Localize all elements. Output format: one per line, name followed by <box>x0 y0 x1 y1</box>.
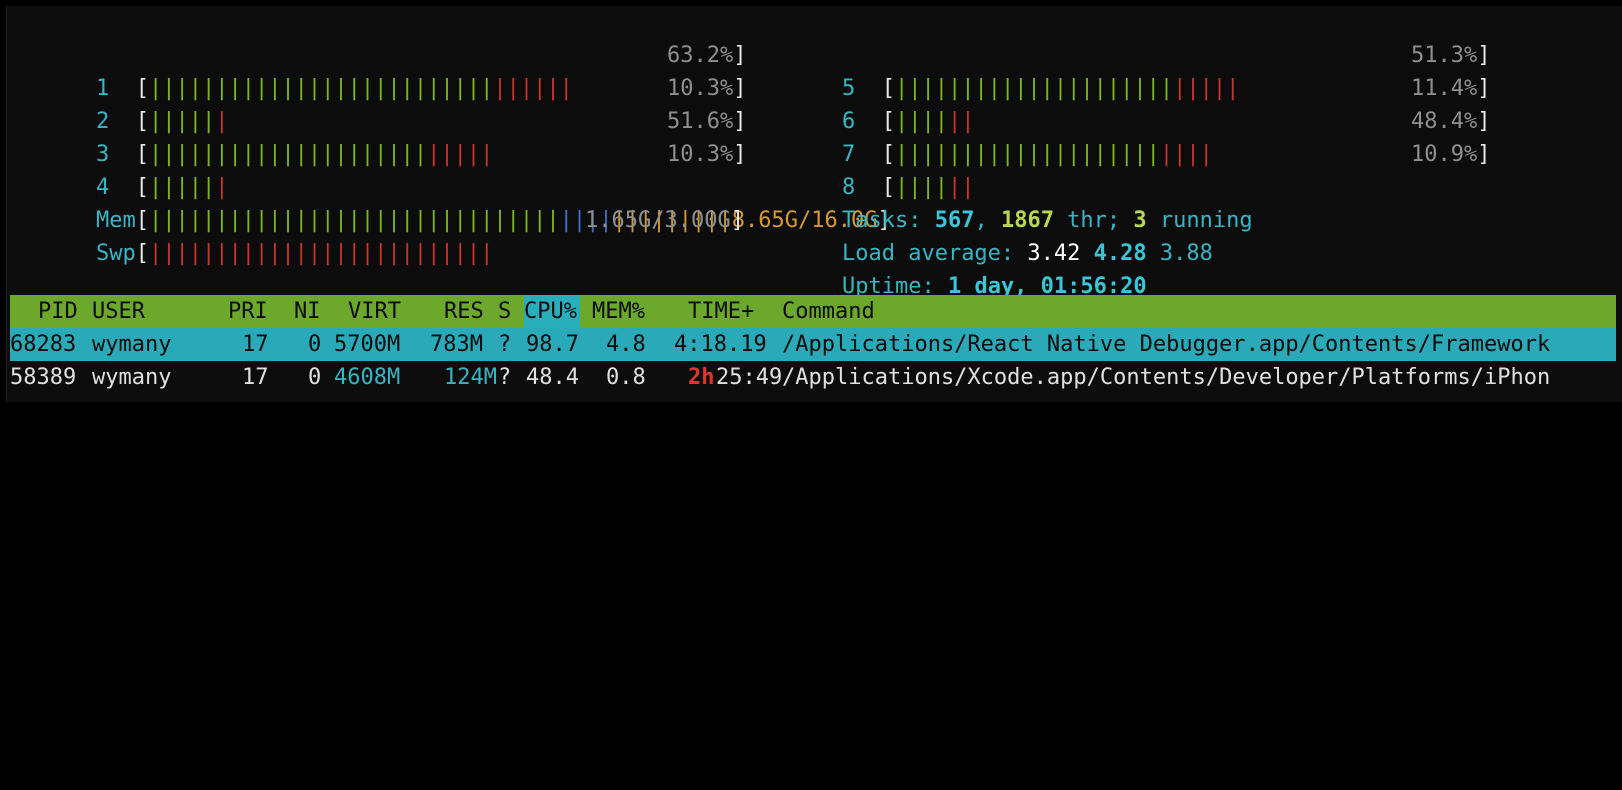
swap-value: 1.65G/3.00G] <box>585 204 744 237</box>
process-row-selected[interactable]: 68283 wymany 17 0 5700M 783M ? 98.7 4.8 … <box>10 328 1616 361</box>
col-ni[interactable]: NI <box>294 295 321 328</box>
process-res: 124M <box>444 365 497 390</box>
swap-label: Swp <box>95 241 136 266</box>
col-time[interactable]: TIME+ <box>688 295 754 328</box>
cpu-bar-kernel: ||||| <box>427 142 494 167</box>
cpu-meter-3-value: 51.6%] <box>667 105 746 138</box>
process-mem: 4.8 <box>606 332 646 357</box>
col-pri[interactable]: PRI <box>228 295 268 328</box>
process-command: /Applications/React Native Debugger.app/… <box>782 332 1551 357</box>
process-virt: 4608M <box>334 365 401 390</box>
process-cpu: 48.4 <box>526 365 579 390</box>
process-ni: 0 <box>308 365 322 390</box>
cpu-meter-7-value: 48.4%] <box>1411 105 1490 138</box>
process-pri: 17 <box>242 332 269 357</box>
meter-bracket-open: [ <box>135 241 149 266</box>
cpu-percent: 10.3% <box>667 76 734 101</box>
cpu-percent: 51.3% <box>1411 43 1478 68</box>
cpu-meter-8-value: 10.9%] <box>1411 138 1490 171</box>
col-pid[interactable]: PID <box>38 295 78 328</box>
col-mem[interactable]: MEM% <box>592 295 645 328</box>
meter-bracket-close: ] <box>730 208 744 233</box>
process-row[interactable]: 58389 wymany 17 0 4608M 124M ? 48.4 0.8 … <box>10 361 1616 394</box>
process-pid: 58389 <box>10 365 77 390</box>
meter-bracket-close: ] <box>1477 109 1491 134</box>
cpu-bar-kernel: ||||| <box>1173 76 1240 101</box>
process-mem: 0.8 <box>606 365 646 390</box>
process-pid: 68283 <box>10 332 77 357</box>
process-time-hours: 2h <box>688 365 715 390</box>
col-user[interactable]: USER <box>92 295 145 328</box>
cpu-meter-5-value: 51.3%] <box>1411 39 1490 72</box>
meter-bracket-close: ] <box>1477 142 1491 167</box>
cpu-percent: 48.4% <box>1411 109 1478 134</box>
cpu-percent: 10.3% <box>667 142 734 167</box>
process-virt: 5700M <box>334 332 401 357</box>
process-time: 25:49 <box>716 365 783 390</box>
process-command: /Applications/Xcode.app/Contents/Develop… <box>782 365 1551 390</box>
process-state: ? <box>498 332 512 357</box>
process-cpu: 98.7 <box>526 332 579 357</box>
process-res: 783M <box>430 332 483 357</box>
meter-bracket-close: ] <box>733 142 747 167</box>
cpu-percent: 11.4% <box>1411 76 1478 101</box>
process-pri: 17 <box>242 365 269 390</box>
process-time: 4:18.19 <box>674 332 767 357</box>
meter-bracket-close: ] <box>1477 76 1491 101</box>
cpu-meter-4-value: 10.3%] <box>667 138 746 171</box>
col-res[interactable]: RES <box>444 295 484 328</box>
cpu-meter-2-value: 10.3%] <box>667 72 746 105</box>
cpu-meter-6-value: 11.4%] <box>1411 72 1490 105</box>
meter-bracket-close: ] <box>733 43 747 68</box>
cpu-meter-1-value: 63.2%] <box>667 39 746 72</box>
swap-value-text: 1.65G/3.00G <box>585 208 731 233</box>
process-state: ? <box>498 365 512 390</box>
swap-meter: Swp[|||||||||||||||||||||||||| <box>43 204 493 303</box>
process-table-header: PID USER PRI NI VIRT RES S CPU% MEM% TIM… <box>10 295 1616 328</box>
process-user: wymany <box>92 365 172 390</box>
process-ni: 0 <box>308 332 322 357</box>
col-state[interactable]: S <box>498 295 511 328</box>
col-cpu-sorted[interactable]: CPU% <box>524 295 580 328</box>
col-command[interactable]: Command <box>782 295 875 328</box>
cpu-percent: 51.6% <box>667 109 734 134</box>
swap-bar-used: |||||||||||||||||||||||||| <box>148 241 494 266</box>
col-virt[interactable]: VIRT <box>348 295 401 328</box>
load-15min: 3.88 <box>1159 241 1213 266</box>
meter-bracket-close: ] <box>733 109 747 134</box>
cpu-percent: 63.2% <box>667 43 734 68</box>
meter-bracket-close: ] <box>1477 43 1491 68</box>
meter-bracket-close: ] <box>733 76 747 101</box>
process-user: wymany <box>92 332 172 357</box>
cpu-bar-kernel: |||||| <box>493 76 573 101</box>
cpu-percent: 10.9% <box>1411 142 1478 167</box>
cpu-bar-kernel: |||| <box>1159 142 1213 167</box>
